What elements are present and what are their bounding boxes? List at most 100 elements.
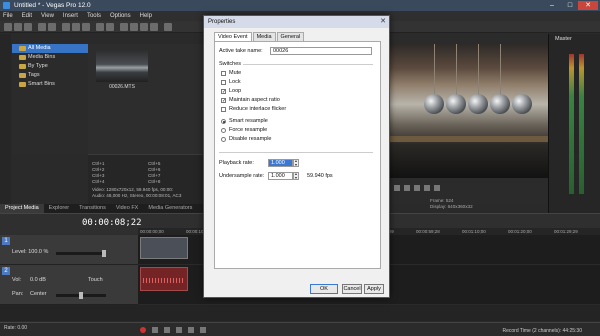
video-preview — [388, 44, 548, 178]
undersample-spinner[interactable]: ▲ ▼ — [293, 172, 299, 180]
shortcut-a: Ctrl+3 — [92, 173, 105, 178]
pendulum-string — [500, 44, 501, 96]
lock-checkbox[interactable] — [221, 80, 226, 85]
timeline-timecode: 00:00:08;22 — [82, 218, 142, 228]
audio-pan-value: Center — [30, 291, 47, 297]
tab-video-event[interactable]: Video Event — [214, 32, 252, 41]
paste-icon[interactable] — [82, 23, 90, 31]
undersample-field[interactable]: 1.000 — [268, 172, 293, 180]
playback-rate-spinner[interactable]: ▲ ▼ — [293, 159, 299, 167]
loop-label: Loop — [229, 88, 242, 94]
cut-icon[interactable] — [62, 23, 70, 31]
minimize-button[interactable]: – — [544, 1, 560, 10]
menu-tools[interactable]: Tools — [87, 11, 101, 21]
timeline-empty-area[interactable] — [0, 305, 600, 322]
force-resample-radio[interactable] — [221, 128, 226, 133]
active-take-field[interactable]: 00026 — [270, 47, 372, 55]
dialog-tabs: Video Event Media General — [214, 32, 305, 41]
audio-track-header[interactable]: 2 Vol: 0.0 dB Touch Pan: Center — [0, 265, 138, 305]
mute-checkbox[interactable] — [221, 71, 226, 76]
disable-resample-radio[interactable] — [221, 137, 226, 142]
cancel-button[interactable]: Cancel — [342, 284, 362, 294]
new-project-icon[interactable] — [4, 23, 12, 31]
video-event-clip[interactable] — [140, 237, 188, 259]
audio-waveform — [143, 278, 185, 283]
shortcut-b: Ctrl+5 — [148, 161, 161, 166]
stop-icon[interactable] — [414, 185, 420, 191]
tree-item-smart-bins[interactable]: Smart Bins — [12, 80, 88, 89]
next-frame-icon[interactable] — [434, 185, 440, 191]
loop-icon[interactable] — [152, 327, 158, 333]
folder-icon — [19, 64, 26, 69]
prev-frame-icon[interactable] — [424, 185, 430, 191]
selection-tool-icon[interactable] — [140, 23, 148, 31]
stop-icon[interactable] — [200, 327, 206, 333]
tab-explorer[interactable]: Explorer — [44, 204, 74, 213]
tab-project-media[interactable]: Project Media — [0, 204, 44, 213]
preview-frame-info: Frame: 524 Display: 640x360x32 — [430, 198, 473, 209]
playback-rate-readout: Rate: 0.00 — [4, 325, 28, 331]
menu-help[interactable]: Help — [140, 11, 152, 21]
smart-resample-radio[interactable] — [221, 119, 226, 124]
rate-divider — [219, 152, 373, 153]
render-icon[interactable] — [48, 23, 56, 31]
tab-media-generators[interactable]: Media Generators — [143, 204, 197, 213]
tab-video-fx[interactable]: Video FX — [111, 204, 144, 213]
ruler-tick-label: 00:00:59;28 — [416, 229, 440, 234]
zoom-tool-icon[interactable] — [150, 23, 158, 31]
undo-icon[interactable] — [96, 23, 104, 31]
play-from-start-icon[interactable] — [164, 327, 170, 333]
loop-checkbox[interactable]: ✓ — [221, 89, 226, 95]
properties-icon[interactable] — [38, 23, 46, 31]
reduce-interlace-checkbox[interactable] — [221, 107, 226, 112]
display-readout: Display: 640x360x32 — [430, 203, 473, 209]
copy-icon[interactable] — [72, 23, 80, 31]
folder-icon — [19, 46, 26, 51]
media-thumbnail[interactable] — [96, 50, 148, 82]
menu-options[interactable]: Options — [110, 11, 131, 21]
maximize-button[interactable]: □ — [562, 1, 578, 10]
tree-item-by-type[interactable]: By Type — [12, 62, 88, 71]
play-icon[interactable] — [404, 185, 410, 191]
tab-transitions[interactable]: Transitions — [74, 204, 111, 213]
menu-edit[interactable]: Edit — [22, 11, 32, 21]
tab-general[interactable]: General — [276, 32, 305, 41]
pause-icon[interactable] — [188, 327, 194, 333]
audio-pan-slider[interactable] — [56, 292, 106, 299]
maintain-aspect-checkbox[interactable]: ✓ — [221, 98, 226, 104]
undersample-label: Undersample rate: — [219, 173, 265, 179]
video-track-header[interactable]: 1 Level: 100.0 % — [0, 235, 138, 265]
play-icon[interactable] — [176, 327, 182, 333]
tree-item-tags[interactable]: Tags — [12, 71, 88, 80]
open-icon[interactable] — [14, 23, 22, 31]
menu-file[interactable]: File — [3, 11, 13, 21]
tree-item-media-bins[interactable]: Media Bins — [12, 53, 88, 62]
window-titlebar: Untitled * - Vegas Pro 12.0 – □ ✕ — [0, 0, 600, 11]
audio-event-clip[interactable] — [140, 267, 188, 291]
shortcut-b: Ctrl+8 — [148, 179, 161, 184]
help-icon[interactable] — [164, 23, 172, 31]
tab-media[interactable]: Media — [252, 32, 276, 41]
video-level-slider[interactable] — [56, 250, 106, 257]
close-window-button[interactable]: ✕ — [578, 1, 598, 10]
reduce-interlace-label: Reduce interlace flicker — [229, 106, 287, 112]
master-bus: Master — [548, 34, 600, 213]
envelope-tool-icon[interactable] — [130, 23, 138, 31]
apply-button[interactable]: Apply — [364, 284, 384, 294]
vegas-app-icon — [3, 2, 10, 9]
transport-bar: Rate: 0.00 Record Time (2 channels): 44:… — [0, 322, 600, 336]
tree-item-all-media[interactable]: All Media — [12, 44, 88, 53]
save-icon[interactable] — [24, 23, 32, 31]
ok-button[interactable]: OK — [310, 284, 338, 294]
playback-rate-field[interactable]: 1.000 — [268, 159, 293, 167]
audio-vol-label: Vol: — [12, 277, 22, 283]
play-from-start-icon[interactable] — [394, 185, 400, 191]
normal-edit-tool-icon[interactable] — [120, 23, 128, 31]
dialog-close-button[interactable]: ✕ — [379, 18, 387, 26]
menu-view[interactable]: View — [41, 11, 54, 21]
menu-insert[interactable]: Insert — [63, 11, 78, 21]
audio-touch-mode[interactable]: Touch — [88, 277, 103, 283]
record-icon[interactable] — [140, 327, 146, 333]
redo-icon[interactable] — [106, 23, 114, 31]
lock-label: Lock — [229, 79, 241, 85]
